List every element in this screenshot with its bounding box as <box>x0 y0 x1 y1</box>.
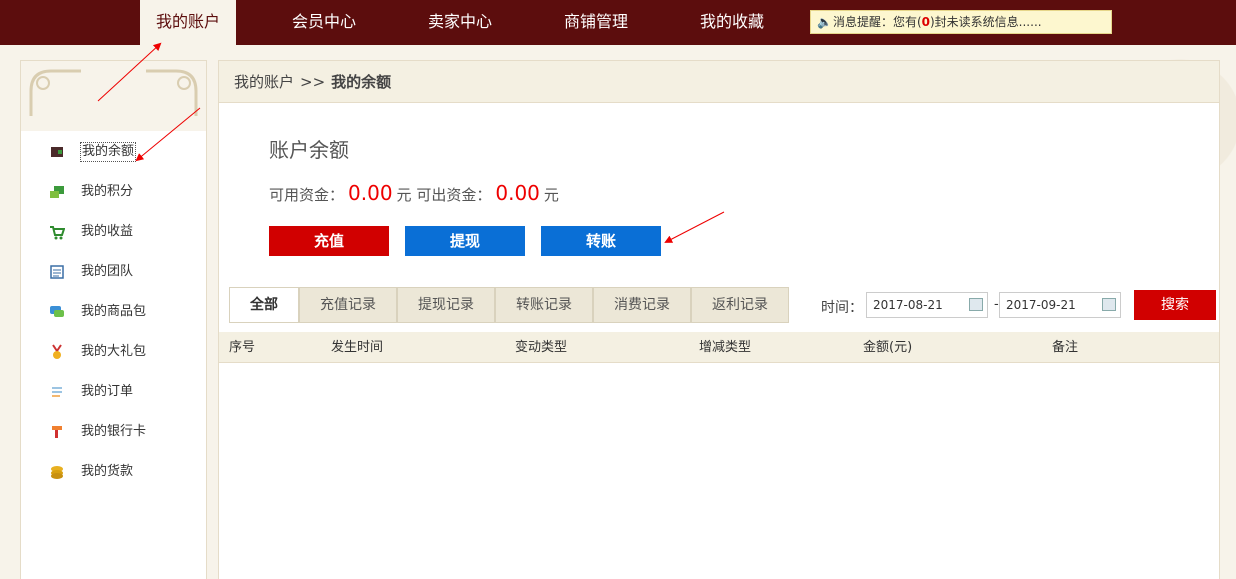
main-panel: 我的账户 >> 我的余额 账户余额 可用资金： 0.00 元 可出资金： 0.00 元 充值… <box>218 60 1220 579</box>
available-label: 可用资金： <box>269 186 345 204</box>
team-icon <box>50 265 64 279</box>
sidebar-item-label: 我的积分 <box>81 184 134 199</box>
bank-card-icon <box>52 426 62 438</box>
balance-title: 账户余额 <box>269 138 349 162</box>
column-header: 金额(元) <box>863 340 913 355</box>
sidebar-item-label: 我的货款 <box>81 464 134 479</box>
tab-consumption-records[interactable]: 消费记录 <box>593 287 691 323</box>
notice-suffix: )封未读系统信息...... <box>930 15 1042 29</box>
nav-item-shop-management[interactable]: 商铺管理 <box>548 0 644 45</box>
speaker-icon: 🔈 <box>817 15 832 29</box>
column-header: 备注 <box>1052 340 1079 355</box>
available-unit: 元 <box>396 186 412 204</box>
withdrawable-label: 可出资金： <box>416 186 492 204</box>
coins-icon <box>51 466 63 479</box>
points-icon <box>50 186 64 198</box>
message-notice[interactable]: 🔈消息提醒：您有(0)封未读系统信息...... <box>810 10 1112 34</box>
nav-item-my-account[interactable]: 我的账户 <box>140 0 236 45</box>
nav-item-member-center[interactable]: 会员中心 <box>276 0 372 45</box>
sidebar-item-label: 我的银行卡 <box>81 424 147 439</box>
sidebar-item-label: 我的收益 <box>81 224 134 239</box>
sidebar-item-label: 我的商品包 <box>81 304 147 319</box>
top-nav: 我的账户 会员中心 卖家中心 商铺管理 我的收藏 🔈消息提醒：您有(0)封未读系… <box>0 0 1236 45</box>
nav-item-seller-center[interactable]: 卖家中心 <box>412 0 508 45</box>
wallet-icon <box>51 147 63 157</box>
date-separator: - <box>994 297 999 312</box>
balance-line: 可用资金： 0.00 元 可出资金： 0.00 元 <box>269 181 559 205</box>
tab-withdraw-records[interactable]: 提现记录 <box>397 287 495 323</box>
end-date-value: 2017-09-21 <box>1006 298 1076 312</box>
nav-item-my-favorites[interactable]: 我的收藏 <box>684 0 780 45</box>
notice-count: 0 <box>921 15 930 29</box>
list-icon <box>52 387 62 397</box>
sidebar-ornament <box>21 61 206 131</box>
breadcrumb: 我的账户 >> 我的余额 <box>219 61 1219 103</box>
breadcrumb-root[interactable]: 我的账户 <box>234 73 294 91</box>
withdraw-button[interactable]: 提现 <box>405 226 525 256</box>
start-date-value: 2017-08-21 <box>873 298 943 312</box>
column-header: 序号 <box>229 340 256 355</box>
start-date-input[interactable]: 2017-08-21 <box>866 292 988 318</box>
cart-icon <box>50 226 65 240</box>
tab-all[interactable]: 全部 <box>229 287 299 323</box>
calendar-icon[interactable] <box>969 298 983 311</box>
column-header: 变动类型 <box>515 340 568 355</box>
breadcrumb-current: 我的余额 <box>331 73 392 91</box>
transfer-button[interactable]: 转账 <box>541 226 661 256</box>
end-date-input[interactable]: 2017-09-21 <box>999 292 1121 318</box>
tab-rebate-records[interactable]: 返利记录 <box>691 287 789 323</box>
recharge-button[interactable]: 充值 <box>269 226 389 256</box>
search-button[interactable]: 搜索 <box>1134 290 1216 320</box>
column-header: 增减类型 <box>699 340 752 355</box>
sidebar-item-label: 我的大礼包 <box>81 344 147 359</box>
tab-recharge-records[interactable]: 充值记录 <box>299 287 397 323</box>
medal-icon <box>52 344 62 359</box>
withdrawable-unit: 元 <box>543 186 559 204</box>
sidebar-item-label: 我的余额 <box>80 142 137 162</box>
breadcrumb-separator: >> <box>300 73 326 91</box>
sidebar-item-label: 我的订单 <box>81 384 134 399</box>
table-header: 序号 发生时间 变动类型 增减类型 金额(元) 备注 <box>219 332 1219 363</box>
time-label: 时间： <box>821 300 863 316</box>
tab-transfer-records[interactable]: 转账记录 <box>495 287 593 323</box>
available-amount: 0.00 <box>348 181 393 205</box>
sidebar: 我的余额 我的积分 我的收益 我的团队 我的商品包 我的大礼包 我的订单 我的银… <box>20 60 207 579</box>
notice-prefix: 消息提醒：您有( <box>832 15 922 29</box>
column-header: 发生时间 <box>331 340 384 355</box>
calendar-icon[interactable] <box>1102 298 1116 311</box>
withdrawable-amount: 0.00 <box>495 181 540 205</box>
chat-bubble-icon <box>50 306 64 317</box>
sidebar-item-label: 我的团队 <box>81 264 134 279</box>
